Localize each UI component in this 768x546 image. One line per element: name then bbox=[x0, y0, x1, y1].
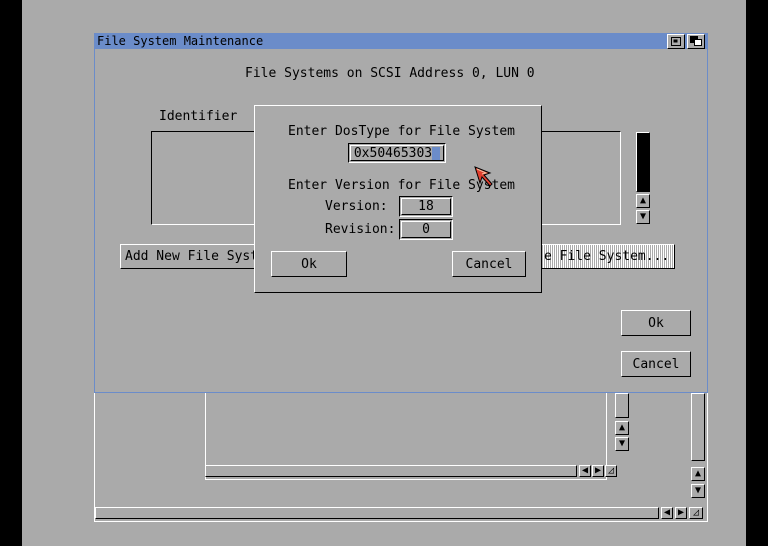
revision-field-label: Revision: bbox=[325, 222, 396, 237]
revision-input[interactable]: 0 bbox=[399, 219, 453, 240]
arrow-right-icon[interactable]: ▶ bbox=[675, 507, 687, 519]
list-scrollbar[interactable] bbox=[636, 132, 650, 192]
dostype-input-value: 0x50465303 bbox=[353, 145, 433, 161]
dialog-cancel-button[interactable]: Cancel bbox=[452, 251, 526, 277]
add-new-file-system-button[interactable]: Add New File Syst bbox=[120, 244, 256, 269]
resize-icon[interactable]: ◿ bbox=[689, 507, 703, 519]
arrow-right-icon[interactable]: ▶ bbox=[592, 465, 604, 477]
mouse-pointer-icon bbox=[474, 166, 493, 187]
window-title-bar[interactable]: File System Maintenance bbox=[95, 33, 707, 49]
arrow-left-icon[interactable]: ◀ bbox=[661, 507, 673, 519]
dostype-dialog: Enter DosType for File System 0x50465303… bbox=[254, 105, 542, 293]
resize-icon[interactable]: ◿ bbox=[605, 465, 617, 477]
file-systems-header: File Systems on SCSI Address 0, LUN 0 bbox=[245, 66, 535, 81]
version-input-value: 18 bbox=[418, 199, 434, 214]
dostype-input[interactable]: 0x50465303 bbox=[348, 143, 446, 163]
arrow-down-icon[interactable]: ▼ bbox=[691, 484, 705, 498]
cancel-button[interactable]: Cancel bbox=[621, 351, 691, 377]
version-input[interactable]: 18 bbox=[399, 196, 453, 217]
arrow-left-icon[interactable]: ◀ bbox=[579, 465, 591, 477]
arrow-down-icon[interactable]: ▼ bbox=[636, 210, 650, 224]
depth-gadget-icon[interactable] bbox=[687, 33, 705, 49]
dostype-prompt: Enter DosType for File System bbox=[288, 124, 515, 139]
background-horizontal-scrollbar[interactable] bbox=[205, 465, 577, 477]
text-cursor bbox=[432, 146, 441, 160]
workbench-screen: ▲ ▼ ◀ ▶ ◿ ▲ ▼ ◀ ▶ ◿ File System Maintena… bbox=[22, 0, 746, 546]
background-window: ▲ ▼ ◀ ▶ ◿ ▲ ▼ ◀ ▶ ◿ bbox=[94, 392, 708, 522]
arrow-down-icon[interactable]: ▼ bbox=[615, 437, 629, 451]
version-field-label: Version: bbox=[325, 199, 388, 214]
revision-input-value: 0 bbox=[422, 222, 430, 237]
zoom-gadget-icon[interactable] bbox=[667, 33, 685, 49]
arrow-up-icon[interactable]: ▲ bbox=[691, 467, 705, 481]
dialog-ok-button[interactable]: Ok bbox=[271, 251, 347, 277]
ok-button[interactable]: Ok bbox=[621, 310, 691, 336]
edit-file-system-button[interactable]: e File System... bbox=[541, 244, 675, 269]
identifier-column-header: Identifier bbox=[159, 109, 238, 124]
window-horizontal-scrollbar[interactable] bbox=[95, 507, 659, 519]
window-title: File System Maintenance bbox=[97, 34, 264, 48]
background-list-scrollbar[interactable] bbox=[615, 393, 629, 418]
arrow-up-icon[interactable]: ▲ bbox=[636, 194, 650, 208]
window-vertical-scrollbar[interactable] bbox=[691, 393, 705, 461]
arrow-up-icon[interactable]: ▲ bbox=[615, 421, 629, 435]
